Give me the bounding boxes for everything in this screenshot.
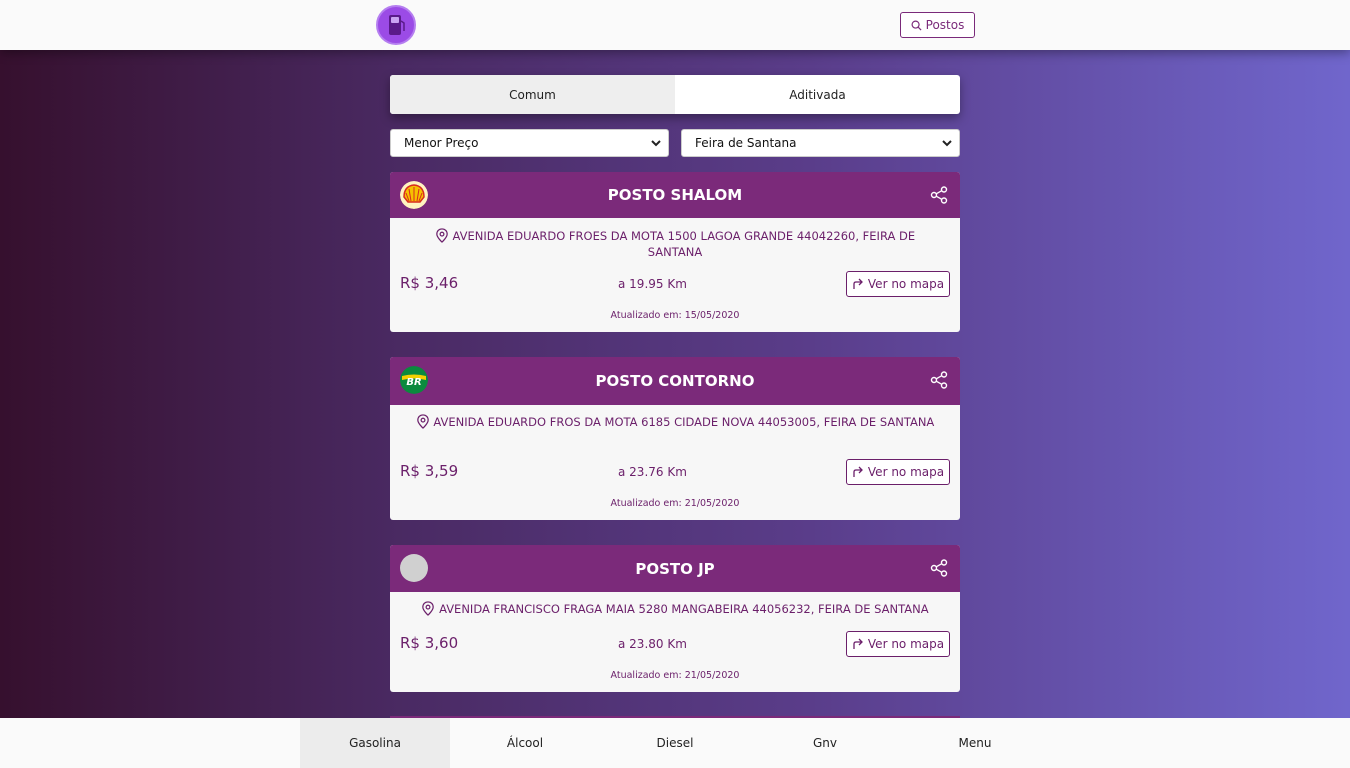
station-updated-date: Atualizado em: 21/05/2020 <box>610 670 740 681</box>
map-pin-icon <box>422 601 435 616</box>
nav-diesel[interactable]: Diesel <box>600 718 750 768</box>
nav-gnv[interactable]: Gnv <box>750 718 900 768</box>
station-address: AVENIDA FRANCISCO FRAGA MAIA 5280 MANGAB… <box>390 601 960 617</box>
station-updated-date: Atualizado em: 21/05/2020 <box>610 498 740 509</box>
station-address-text: AVENIDA EDUARDO FROS DA MOTA 6185 CIDADE… <box>433 415 935 429</box>
station-card-header: POSTO JP <box>390 545 960 592</box>
station-address-text: AVENIDA EDUARDO FROES DA MOTA 1500 LAGOA… <box>452 229 916 259</box>
city-select[interactable]: Feira de Santana <box>681 129 960 157</box>
view-on-map-button[interactable]: Ver no mapa <box>846 271 950 297</box>
station-info-row: R$ 3,46 a 19.95 Km Ver no mapa <box>390 271 960 297</box>
view-on-map-button[interactable]: Ver no mapa <box>846 631 950 657</box>
search-stations-button[interactable]: Postos <box>900 12 975 38</box>
chevron-down-icon <box>651 140 661 147</box>
station-card: POSTO SHALOM AVENIDA EDUARDO FROES DA MO… <box>390 172 960 332</box>
station-name: POSTO CONTORNO <box>595 372 755 390</box>
station-logo-placeholder <box>400 554 428 582</box>
redirect-arrow-icon <box>853 638 863 649</box>
br-logo-icon: BR <box>400 366 428 394</box>
city-select-value: Feira de Santana <box>695 136 797 150</box>
share-icon[interactable] <box>930 559 948 577</box>
station-card: BR POSTO CONTORNO AVENIDA EDUARDO FROS D… <box>390 357 960 520</box>
station-card: POSTO JP AVENIDA FRANCISCO FRAGA MAIA 52… <box>390 545 960 692</box>
station-distance: a 19.95 Km <box>618 277 687 291</box>
station-card-header: BR POSTO CONTORNO <box>390 357 960 405</box>
nav-gasolina[interactable]: Gasolina <box>300 718 450 768</box>
station-info-row: R$ 3,60 a 23.80 Km Ver no mapa <box>390 631 960 657</box>
station-updated-date: Atualizado em: 15/05/2020 <box>610 310 740 321</box>
tab-comum[interactable]: Comum <box>390 75 675 114</box>
station-distance: a 23.76 Km <box>618 465 687 479</box>
chevron-down-icon <box>942 140 952 147</box>
share-icon[interactable] <box>930 371 948 389</box>
view-on-map-button[interactable]: Ver no mapa <box>846 459 950 485</box>
nav-menu[interactable]: Menu <box>900 718 1050 768</box>
fuel-pump-icon[interactable] <box>376 5 416 45</box>
station-price: R$ 3,60 <box>400 634 459 652</box>
tab-aditivada[interactable]: Aditivada <box>675 75 960 114</box>
station-address-text: AVENIDA FRANCISCO FRAGA MAIA 5280 MANGAB… <box>439 602 929 616</box>
search-button-label: Postos <box>925 18 965 32</box>
view-on-map-label: Ver no mapa <box>867 465 945 479</box>
station-info-row: R$ 3,59 a 23.76 Km Ver no mapa <box>390 459 960 485</box>
sort-select-value: Menor Preço <box>404 136 479 150</box>
search-icon <box>911 20 922 31</box>
redirect-arrow-icon <box>853 466 863 477</box>
nav-alcool[interactable]: Álcool <box>450 718 600 768</box>
station-name: POSTO SHALOM <box>607 186 743 204</box>
station-distance: a 23.80 Km <box>618 637 687 651</box>
station-address: AVENIDA EDUARDO FROS DA MOTA 6185 CIDADE… <box>390 414 960 430</box>
top-bar: Postos <box>0 0 1350 50</box>
svg-text:BR: BR <box>406 377 421 388</box>
fuel-type-tabs: Comum Aditivada <box>390 75 960 114</box>
redirect-arrow-icon <box>853 278 863 289</box>
sort-select[interactable]: Menor Preço <box>390 129 669 157</box>
map-pin-icon <box>416 414 429 429</box>
share-icon[interactable] <box>930 186 948 204</box>
view-on-map-label: Ver no mapa <box>867 277 945 291</box>
view-on-map-label: Ver no mapa <box>867 637 945 651</box>
station-address: AVENIDA EDUARDO FROES DA MOTA 1500 LAGOA… <box>390 228 960 260</box>
station-card-header: POSTO SHALOM <box>390 172 960 218</box>
station-name: POSTO JP <box>635 559 715 578</box>
station-price: R$ 3,46 <box>400 274 459 292</box>
station-price: R$ 3,59 <box>400 462 459 480</box>
map-pin-icon <box>436 228 448 243</box>
bottom-navigation: Gasolina Álcool Diesel Gnv Menu <box>0 718 1350 768</box>
shell-logo-icon <box>400 181 428 209</box>
